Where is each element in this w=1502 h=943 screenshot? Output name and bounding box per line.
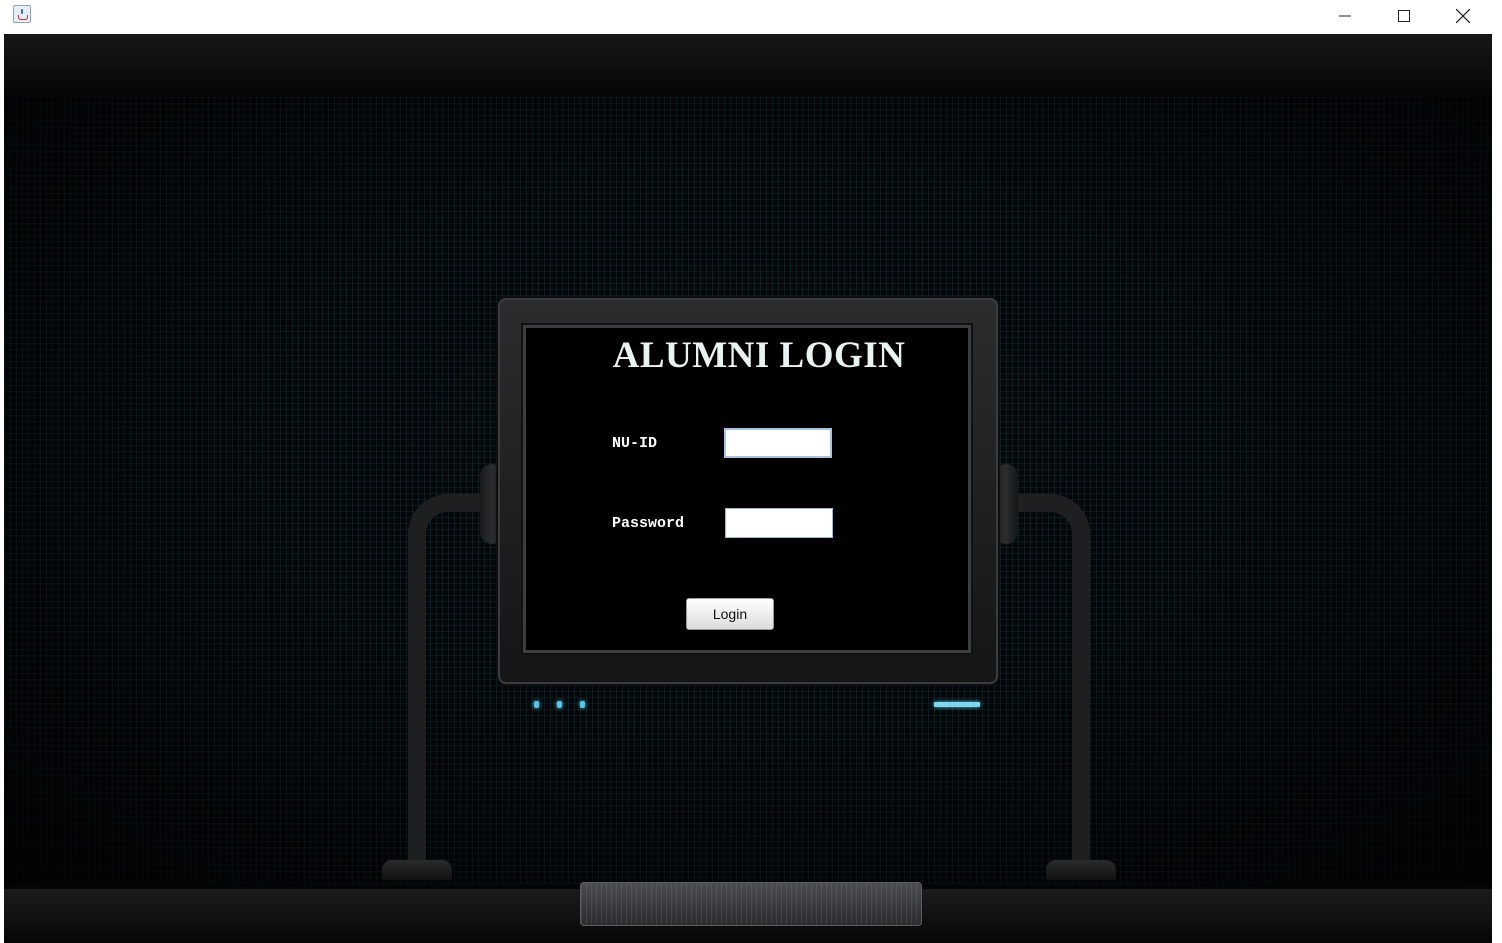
- status-led: [557, 701, 562, 708]
- status-led: [580, 701, 585, 708]
- page-title: ALUMNI LOGIN: [612, 335, 906, 376]
- minimize-button[interactable]: [1316, 0, 1374, 32]
- password-input[interactable]: [725, 508, 833, 538]
- status-led: [534, 701, 539, 708]
- minimize-icon: [1339, 15, 1351, 17]
- login-window-content: ALUMNI LOGIN NU-ID Password Login: [4, 34, 1492, 943]
- close-icon: [1456, 9, 1470, 23]
- stand-foot-left: [382, 860, 452, 880]
- maximize-icon: [1398, 10, 1410, 22]
- login-button[interactable]: Login: [686, 598, 774, 630]
- nu-id-label: NU-ID: [612, 435, 658, 452]
- login-screen: ALUMNI LOGIN NU-ID Password Login: [526, 328, 968, 650]
- bottom-glass-panel: [580, 882, 922, 926]
- monitor-stand-left: [408, 494, 498, 874]
- monitor-stand-right: [1000, 494, 1090, 874]
- nu-id-input[interactable]: [724, 428, 832, 458]
- monitor-frame: ALUMNI LOGIN NU-ID Password Login: [498, 298, 998, 708]
- close-button[interactable]: [1434, 0, 1492, 32]
- window-titlebar: [0, 0, 1502, 34]
- password-label: Password: [612, 515, 685, 532]
- stand-foot-right: [1046, 860, 1116, 880]
- java-cup-icon[interactable]: [13, 5, 31, 23]
- top-dark-strip: [4, 34, 1492, 96]
- maximize-button[interactable]: [1375, 0, 1433, 32]
- power-indicator-bar: [934, 702, 980, 707]
